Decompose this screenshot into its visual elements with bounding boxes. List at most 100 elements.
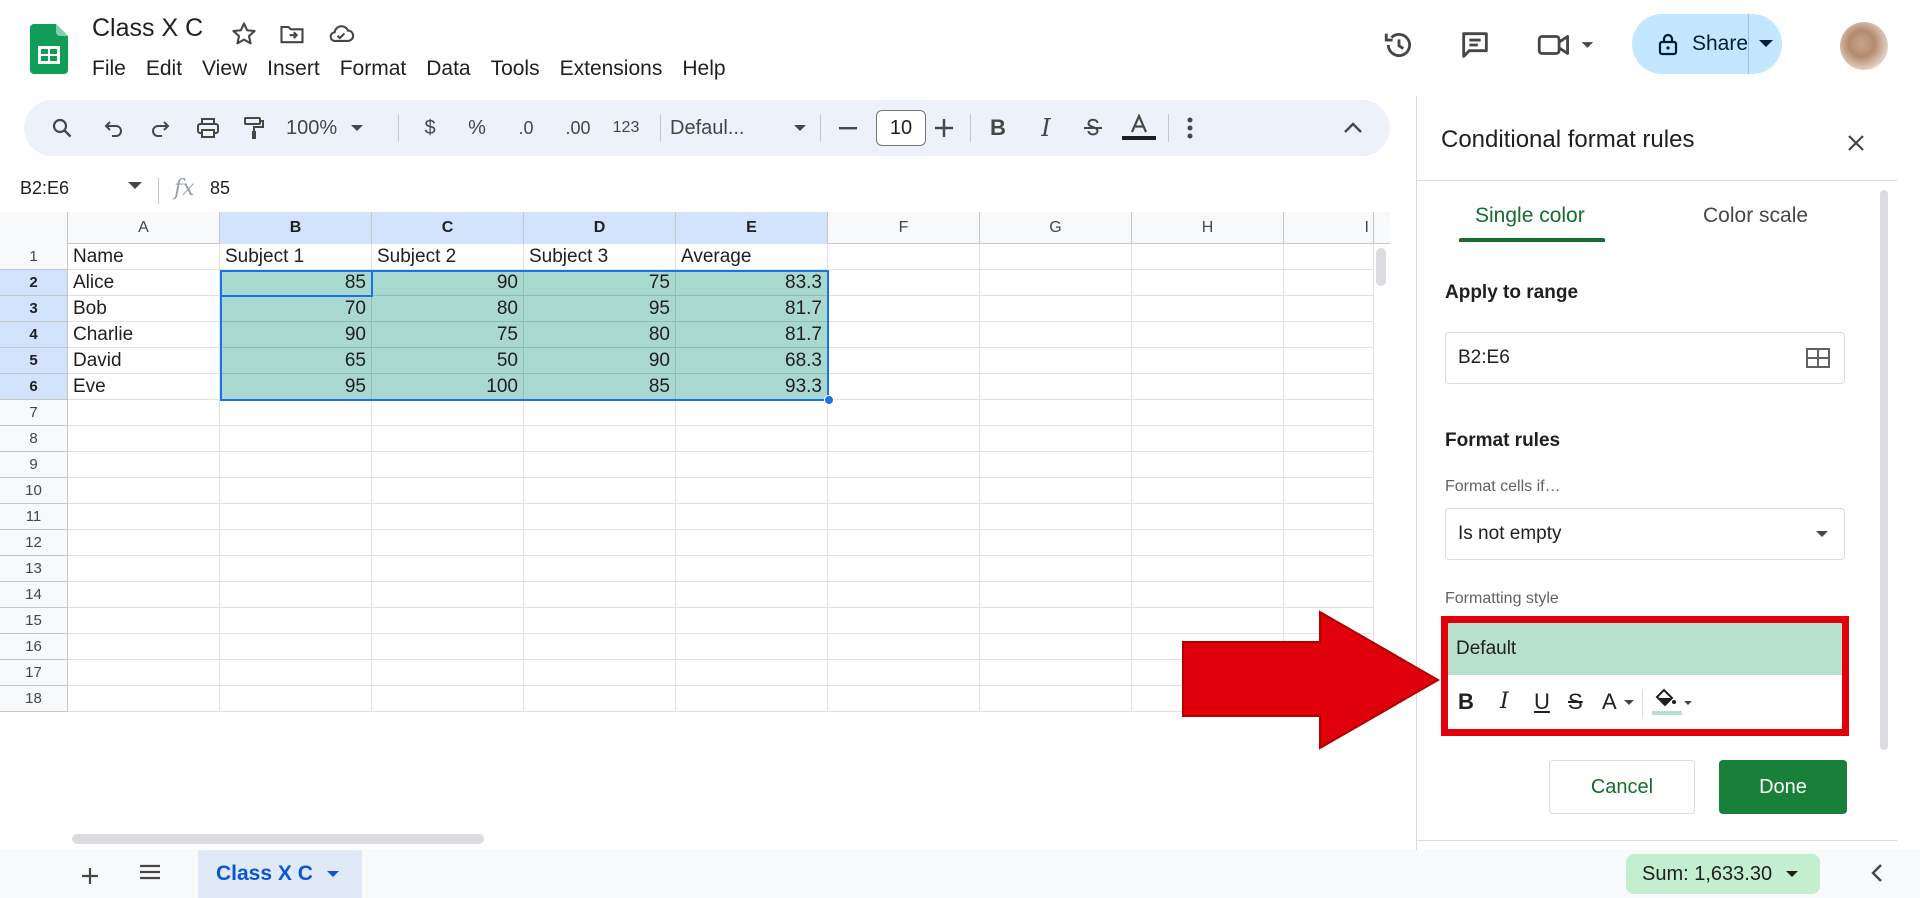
vertical-scrollbar[interactable]: [1376, 248, 1386, 286]
menu-insert[interactable]: Insert: [257, 56, 330, 82]
grid-cell[interactable]: 100: [372, 374, 524, 400]
grid-cell[interactable]: [1284, 582, 1374, 608]
grid-cell[interactable]: 90: [524, 348, 676, 374]
grid-cell[interactable]: [220, 504, 372, 530]
formula-input[interactable]: 85: [210, 178, 230, 199]
grid-cell[interactable]: [1284, 400, 1374, 426]
paint-format-icon[interactable]: [240, 114, 268, 142]
grid-cell[interactable]: [220, 608, 372, 634]
grid-cell[interactable]: Name: [68, 244, 220, 270]
row-header[interactable]: 13: [0, 556, 68, 582]
grid-cell[interactable]: [980, 322, 1132, 348]
grid-cell[interactable]: [220, 582, 372, 608]
column-header-c[interactable]: C: [372, 212, 524, 244]
column-header-g[interactable]: G: [980, 212, 1132, 244]
menu-format[interactable]: Format: [330, 56, 417, 82]
grid-cell[interactable]: [68, 582, 220, 608]
grid-cell[interactable]: 83.3: [676, 270, 828, 296]
row-header[interactable]: 3: [0, 296, 68, 322]
grid-cell[interactable]: [1284, 244, 1374, 270]
grid-cell[interactable]: [980, 660, 1132, 686]
grid-cell[interactable]: [524, 634, 676, 660]
column-header-h[interactable]: H: [1132, 212, 1284, 244]
grid-cell[interactable]: Subject 2: [372, 244, 524, 270]
grid-cell[interactable]: [372, 530, 524, 556]
row-header[interactable]: 5: [0, 348, 68, 374]
grid-cell[interactable]: [372, 634, 524, 660]
grid-cell[interactable]: [220, 426, 372, 452]
grid-cell[interactable]: [828, 348, 980, 374]
grid-cell[interactable]: Charlie: [68, 322, 220, 348]
grid-cell[interactable]: [68, 660, 220, 686]
grid-cell[interactable]: [68, 556, 220, 582]
grid-cell[interactable]: [828, 556, 980, 582]
menu-tools[interactable]: Tools: [481, 56, 550, 82]
grid-cell[interactable]: [220, 634, 372, 660]
menu-edit[interactable]: Edit: [136, 56, 192, 82]
grid-cell[interactable]: [1132, 582, 1284, 608]
grid-cell[interactable]: [1284, 452, 1374, 478]
grid-cell[interactable]: 90: [220, 322, 372, 348]
grid-cell[interactable]: [1132, 426, 1284, 452]
text-color-icon[interactable]: [1122, 114, 1156, 142]
menu-data[interactable]: Data: [416, 56, 480, 82]
increase-decimal-button[interactable]: .00: [558, 114, 598, 142]
grid-cell[interactable]: [68, 478, 220, 504]
grid-cell[interactable]: [372, 478, 524, 504]
grid-cell[interactable]: [676, 400, 828, 426]
grid-cell[interactable]: [1132, 348, 1284, 374]
grid-cell[interactable]: 70: [220, 296, 372, 322]
share-main-button[interactable]: Share: [1632, 14, 1750, 74]
column-header-d[interactable]: D: [524, 212, 676, 244]
grid-cell[interactable]: [220, 478, 372, 504]
grid-cell[interactable]: [524, 426, 676, 452]
row-header[interactable]: 1: [0, 244, 68, 270]
grid-cell[interactable]: 75: [524, 270, 676, 296]
menu-help[interactable]: Help: [672, 56, 735, 82]
grid-cell[interactable]: [980, 478, 1132, 504]
fill-color-icon[interactable]: [1652, 685, 1694, 717]
sheets-logo-icon[interactable]: [30, 24, 68, 74]
grid-cell[interactable]: [1132, 400, 1284, 426]
grid-cell[interactable]: [828, 426, 980, 452]
column-header-f[interactable]: F: [828, 212, 980, 244]
grid-cell[interactable]: [676, 556, 828, 582]
grid-cell[interactable]: [524, 400, 676, 426]
grid-cell[interactable]: [980, 426, 1132, 452]
grid-cell[interactable]: [1284, 556, 1374, 582]
bold-icon[interactable]: B: [986, 114, 1010, 142]
grid-cell[interactable]: [220, 660, 372, 686]
grid-cell[interactable]: [828, 530, 980, 556]
row-header[interactable]: 4: [0, 322, 68, 348]
user-avatar[interactable]: [1840, 22, 1888, 70]
grid-cell[interactable]: [68, 426, 220, 452]
grid-cell[interactable]: [372, 608, 524, 634]
chevron-left-icon[interactable]: [1870, 862, 1884, 884]
grid-cell[interactable]: [68, 400, 220, 426]
style-text-color-icon[interactable]: A: [1602, 689, 1634, 715]
grid-cell[interactable]: 85: [524, 374, 676, 400]
grid-cell[interactable]: [372, 556, 524, 582]
grid-cell[interactable]: [980, 348, 1132, 374]
grid-cell[interactable]: [1132, 270, 1284, 296]
column-header-b[interactable]: B: [220, 212, 372, 244]
horizontal-scrollbar[interactable]: [72, 834, 484, 844]
grid-cell[interactable]: 90: [372, 270, 524, 296]
row-header[interactable]: 16: [0, 634, 68, 660]
grid-cell[interactable]: [980, 374, 1132, 400]
grid-cell[interactable]: [1132, 556, 1284, 582]
grid-cell[interactable]: [220, 686, 372, 712]
star-icon[interactable]: [230, 20, 258, 48]
font-size-input[interactable]: 10: [876, 110, 926, 146]
row-header[interactable]: 9: [0, 452, 68, 478]
grid-cell[interactable]: [372, 504, 524, 530]
grid-cell[interactable]: [828, 296, 980, 322]
grid-cell[interactable]: 80: [524, 322, 676, 348]
select-range-grid-icon[interactable]: [1806, 348, 1830, 368]
row-header[interactable]: 17: [0, 660, 68, 686]
grid-cell[interactable]: [1132, 478, 1284, 504]
grid-cell[interactable]: [1284, 374, 1374, 400]
grid-cell[interactable]: [980, 608, 1132, 634]
grid-cell[interactable]: 50: [372, 348, 524, 374]
decrease-decimal-button[interactable]: .0: [508, 114, 544, 142]
